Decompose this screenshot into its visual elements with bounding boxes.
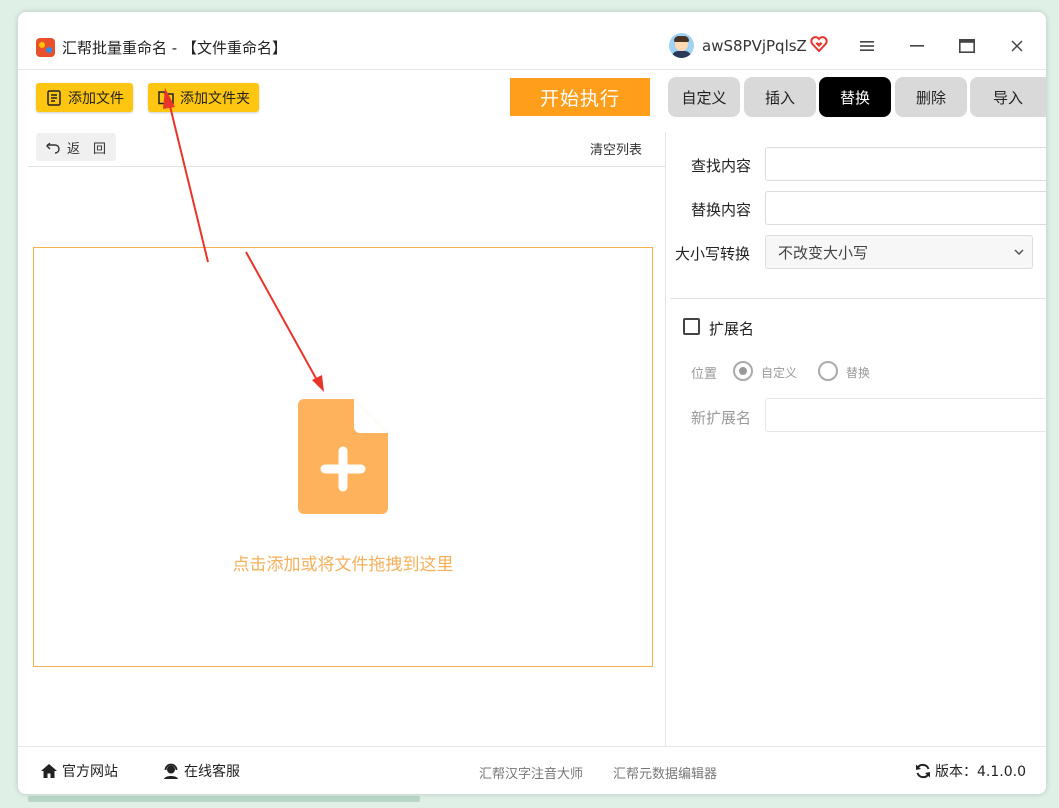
position-label: 位置 — [691, 367, 718, 382]
drop-hint-text: 点击添加或将文件拖拽到这里 — [232, 555, 454, 575]
tab-custom[interactable]: 自定义 — [668, 77, 740, 117]
tab-insert[interactable]: 插入 — [744, 77, 816, 117]
home-icon — [41, 764, 57, 778]
close-icon[interactable] — [1002, 32, 1032, 60]
add-file-label: 添加文件 — [68, 90, 124, 107]
tab-delete[interactable]: 删除 — [895, 77, 967, 117]
new-extension-label: 新扩展名 — [691, 409, 752, 427]
replace-input[interactable] — [765, 191, 1046, 225]
replace-label: 替换内容 — [691, 201, 752, 219]
tab-import[interactable]: 导入 — [970, 77, 1046, 117]
divider — [670, 298, 1046, 299]
app-logo-icon — [36, 38, 55, 57]
undo-arrow-icon — [46, 142, 60, 154]
pinyin-master-link[interactable]: 汇帮汉字注音大师 — [479, 763, 583, 782]
add-folder-button[interactable]: 添加文件夹 — [148, 83, 259, 112]
tab-replace[interactable]: 替换 — [819, 77, 891, 117]
title-bar: 汇帮批量重命名 - 【文件重命名】 awS8PVjPqlsZ — [18, 12, 1046, 70]
user-avatar[interactable] — [669, 33, 694, 58]
add-file-icon — [298, 399, 388, 514]
chevron-down-icon — [1014, 249, 1024, 256]
radio-custom-label: 自定义 — [761, 366, 798, 380]
extension-label: 扩展名 — [709, 320, 755, 338]
extension-checkbox[interactable] — [683, 318, 700, 335]
version-label: 版本：4.1.0.0 — [935, 764, 1026, 780]
maximize-icon[interactable] — [952, 32, 982, 60]
version-info[interactable]: 版本：4.1.0.0 — [915, 761, 1026, 781]
app-window: 汇帮批量重命名 - 【文件重命名】 awS8PVjPqlsZ 添加文件 添加文件… — [18, 12, 1046, 794]
minimize-icon[interactable] — [902, 32, 932, 60]
folder-plus-icon — [158, 91, 174, 105]
background-stripe — [28, 796, 420, 802]
back-button[interactable]: 返 回 — [36, 133, 116, 161]
support-label: 在线客服 — [184, 764, 240, 780]
support-agent-icon — [164, 763, 178, 779]
document-list-icon — [47, 89, 61, 106]
find-label: 查找内容 — [691, 157, 752, 175]
vip-heart-icon[interactable] — [810, 36, 828, 52]
menu-icon[interactable] — [852, 32, 882, 60]
website-label: 官方网站 — [62, 764, 118, 780]
find-input-field[interactable] — [766, 148, 1046, 180]
start-button[interactable]: 开始执行 — [510, 78, 650, 116]
case-select[interactable]: 不改变大小写 — [765, 235, 1033, 269]
divider — [28, 166, 665, 167]
clear-list-button[interactable]: 清空列表 — [590, 139, 642, 158]
new-extension-field[interactable] — [766, 399, 1046, 431]
annotation-arrow-up — [168, 101, 209, 263]
footer: 官方网站 在线客服 汇帮汉字注音大师 汇帮元数据编辑器 版本：4.1.0.0 — [18, 746, 1046, 794]
website-link[interactable]: 官方网站 — [40, 761, 118, 781]
radio-position-replace[interactable] — [818, 361, 838, 381]
case-select-value: 不改变大小写 — [778, 243, 869, 262]
radio-replace-label: 替换 — [846, 366, 871, 380]
back-label: 返 回 — [67, 141, 107, 157]
replace-input-field[interactable] — [766, 192, 1046, 224]
support-link[interactable]: 在线客服 — [162, 761, 240, 781]
window-title: 汇帮批量重命名 - 【文件重命名】 — [62, 39, 287, 57]
metadata-editor-link[interactable]: 汇帮元数据编辑器 — [613, 763, 717, 782]
file-drop-zone[interactable]: 点击添加或将文件拖拽到这里 — [33, 247, 653, 667]
refresh-icon — [916, 763, 930, 779]
radio-position-custom[interactable] — [733, 361, 753, 381]
username[interactable]: awS8PVjPqlsZ — [702, 37, 807, 55]
pane-separator — [665, 132, 666, 746]
new-extension-input[interactable] — [765, 398, 1046, 432]
case-label: 大小写转换 — [675, 245, 751, 263]
add-folder-label: 添加文件夹 — [180, 90, 250, 107]
find-input[interactable] — [765, 147, 1046, 181]
add-file-button[interactable]: 添加文件 — [36, 83, 133, 112]
